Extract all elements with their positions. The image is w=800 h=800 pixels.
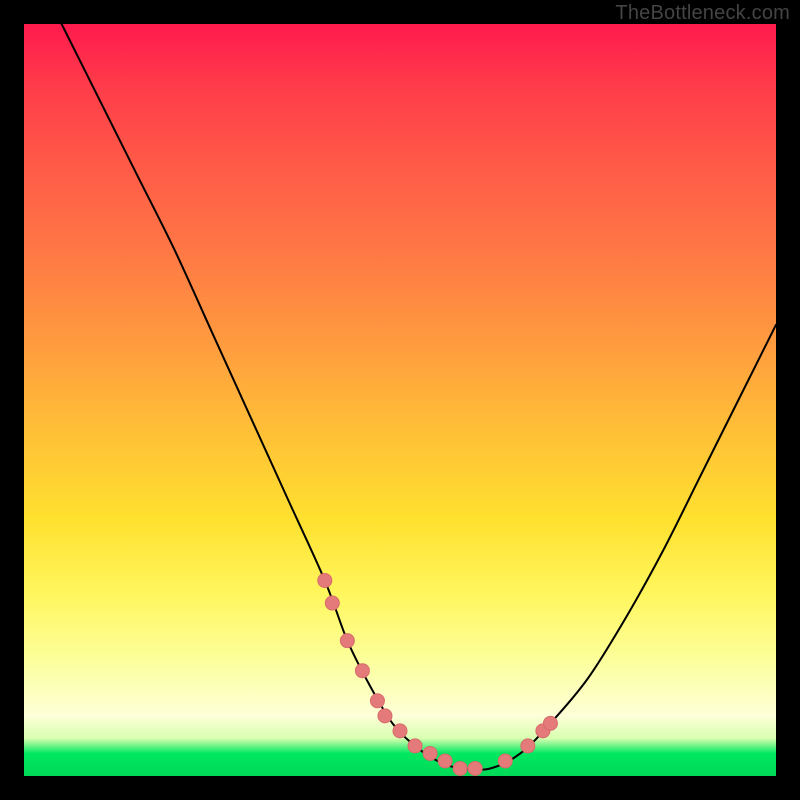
marker-dot bbox=[325, 596, 339, 610]
marker-dot bbox=[378, 709, 392, 723]
marker-dot bbox=[318, 573, 332, 587]
curve-layer bbox=[62, 24, 776, 770]
bottleneck-curve bbox=[62, 24, 776, 770]
marker-dot bbox=[543, 716, 557, 730]
marker-dot bbox=[408, 739, 422, 753]
watermark-text: TheBottleneck.com bbox=[615, 2, 790, 25]
marker-dot bbox=[393, 724, 407, 738]
marker-dot bbox=[340, 634, 354, 648]
marker-dot bbox=[423, 746, 437, 760]
marker-dot bbox=[355, 664, 369, 678]
chart-svg bbox=[24, 24, 776, 776]
marker-dot bbox=[521, 739, 535, 753]
marker-dot bbox=[453, 761, 467, 775]
plot-area bbox=[24, 24, 776, 776]
marker-dot bbox=[438, 754, 452, 768]
marker-dot bbox=[370, 694, 384, 708]
chart-frame: TheBottleneck.com bbox=[0, 0, 800, 800]
marker-dot bbox=[468, 761, 482, 775]
marker-dot bbox=[498, 754, 512, 768]
marker-dots bbox=[318, 573, 558, 775]
